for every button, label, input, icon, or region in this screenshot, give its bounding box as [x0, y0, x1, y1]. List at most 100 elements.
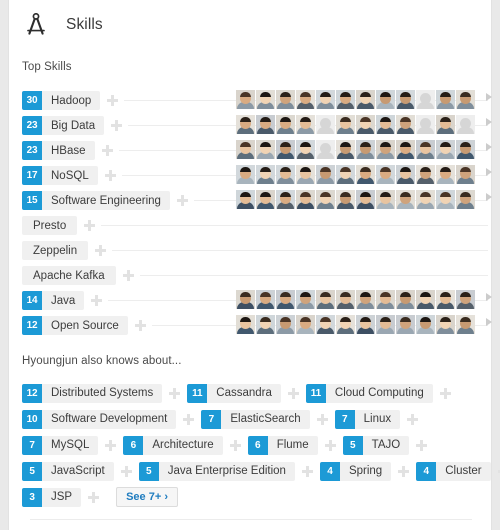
endorser-avatar[interactable]: [416, 190, 435, 209]
endorser-avatar[interactable]: [236, 165, 255, 184]
skill-chip[interactable]: 7 Linux: [334, 409, 401, 429]
skill-chip[interactable]: Presto: [22, 216, 78, 235]
endorse-plus-icon[interactable]: [88, 491, 100, 503]
endorser-avatar[interactable]: [316, 165, 335, 184]
skill-chip[interactable]: 12 Distributed Systems: [22, 383, 163, 403]
endorse-plus-icon[interactable]: [111, 120, 123, 131]
endorser-avatar[interactable]: [396, 290, 415, 309]
skill-chip[interactable]: 12 Open Source: [22, 316, 128, 335]
endorser-avatar[interactable]: [236, 290, 255, 309]
endorser-avatar[interactable]: [416, 140, 435, 159]
endorser-avatar[interactable]: [296, 140, 315, 159]
endorse-plus-icon[interactable]: [324, 439, 336, 451]
skill-chip[interactable]: 5 JavaScript: [22, 461, 114, 481]
endorse-plus-icon[interactable]: [84, 220, 96, 231]
skill-chip[interactable]: 11 Cassandra: [187, 383, 281, 403]
skill-chip[interactable]: 6 Flume: [247, 435, 318, 455]
endorser-avatar[interactable]: [256, 315, 275, 334]
endorse-plus-icon[interactable]: [105, 439, 117, 451]
endorser-avatar[interactable]: [276, 115, 295, 134]
endorser-avatar[interactable]: [256, 115, 275, 134]
endorser-avatar[interactable]: [316, 90, 335, 109]
endorser-avatar[interactable]: [376, 290, 395, 309]
endorser-avatar[interactable]: [416, 165, 435, 184]
endorser-avatar[interactable]: [376, 90, 395, 109]
endorser-avatar[interactable]: [396, 90, 415, 109]
endorser-avatar[interactable]: [256, 140, 275, 159]
see-more-skills-button[interactable]: See 7+ ›: [116, 487, 178, 507]
endorser-avatar[interactable]: [436, 165, 455, 184]
endorser-avatar[interactable]: [456, 290, 475, 309]
endorser-avatar[interactable]: [256, 190, 275, 209]
endorse-plus-icon[interactable]: [439, 387, 451, 399]
skill-chip[interactable]: 5 TAJO: [342, 435, 410, 455]
endorser-avatar[interactable]: [236, 115, 255, 134]
endorser-avatar[interactable]: [436, 190, 455, 209]
endorse-plus-icon[interactable]: [107, 95, 119, 106]
skill-chip[interactable]: 3 JSP: [22, 487, 82, 507]
endorser-avatar[interactable]: [376, 140, 395, 159]
endorser-avatar[interactable]: [336, 115, 355, 134]
endorser-avatar[interactable]: [356, 115, 375, 134]
endorser-avatar[interactable]: [336, 315, 355, 334]
endorser-avatar[interactable]: [276, 290, 295, 309]
endorser-avatar[interactable]: [396, 140, 415, 159]
endorse-plus-icon[interactable]: [122, 270, 134, 281]
endorser-avatar[interactable]: [456, 315, 475, 334]
endorser-avatar[interactable]: [296, 290, 315, 309]
endorser-avatar[interactable]: [356, 190, 375, 209]
endorser-avatar[interactable]: [256, 290, 275, 309]
skill-chip[interactable]: 23 Big Data: [22, 116, 105, 135]
next-endorsers-chevron-icon[interactable]: [486, 193, 492, 201]
endorse-plus-icon[interactable]: [229, 439, 241, 451]
endorser-avatar[interactable]: [316, 315, 335, 334]
endorser-avatar[interactable]: [296, 190, 315, 209]
skill-chip[interactable]: 5 Java Enterprise Edition: [138, 461, 295, 481]
next-endorsers-chevron-icon[interactable]: [486, 93, 492, 101]
next-endorsers-chevron-icon[interactable]: [486, 168, 492, 176]
endorser-avatar[interactable]: [276, 315, 295, 334]
skill-chip[interactable]: Apache Kafka: [22, 266, 116, 285]
endorser-avatar[interactable]: [436, 90, 455, 109]
endorse-plus-icon[interactable]: [101, 145, 113, 156]
endorse-plus-icon[interactable]: [287, 387, 299, 399]
endorser-avatar[interactable]: [436, 115, 455, 134]
endorser-avatar[interactable]: [436, 290, 455, 309]
endorser-avatar[interactable]: [396, 190, 415, 209]
endorser-avatar[interactable]: [436, 315, 455, 334]
endorser-avatar[interactable]: [316, 140, 335, 159]
endorser-avatar[interactable]: [356, 315, 375, 334]
endorser-avatar[interactable]: [396, 165, 415, 184]
endorse-plus-icon[interactable]: [316, 413, 328, 425]
endorser-avatar[interactable]: [376, 315, 395, 334]
endorser-avatar[interactable]: [276, 140, 295, 159]
next-endorsers-chevron-icon[interactable]: [486, 118, 492, 126]
endorse-plus-icon[interactable]: [301, 465, 313, 477]
endorser-avatar[interactable]: [296, 165, 315, 184]
endorse-plus-icon[interactable]: [134, 320, 146, 331]
endorser-avatar[interactable]: [376, 190, 395, 209]
endorser-avatar[interactable]: [416, 315, 435, 334]
endorser-avatar[interactable]: [236, 90, 255, 109]
endorser-avatar[interactable]: [356, 290, 375, 309]
endorser-avatar[interactable]: [356, 90, 375, 109]
endorser-avatar[interactable]: [276, 190, 295, 209]
next-endorsers-chevron-icon[interactable]: [486, 318, 492, 326]
endorser-avatar[interactable]: [256, 90, 275, 109]
next-endorsers-chevron-icon[interactable]: [486, 143, 492, 151]
endorse-plus-icon[interactable]: [104, 170, 116, 181]
endorser-avatar[interactable]: [236, 190, 255, 209]
endorser-avatar[interactable]: [336, 165, 355, 184]
endorser-avatar[interactable]: [256, 165, 275, 184]
endorser-avatar[interactable]: [456, 140, 475, 159]
skill-chip[interactable]: 6 Architecture: [123, 435, 223, 455]
endorse-plus-icon[interactable]: [95, 245, 107, 256]
skill-chip[interactable]: 4 Spring: [319, 461, 392, 481]
skill-chip[interactable]: Zeppelin: [22, 241, 89, 260]
skill-chip[interactable]: 4 Cluster: [416, 461, 491, 481]
endorser-avatar[interactable]: [416, 90, 435, 109]
endorser-avatar[interactable]: [316, 190, 335, 209]
skill-chip[interactable]: 7 MySQL: [22, 435, 99, 455]
endorser-avatar[interactable]: [456, 115, 475, 134]
skill-chip[interactable]: 15 Software Engineering: [22, 191, 170, 210]
